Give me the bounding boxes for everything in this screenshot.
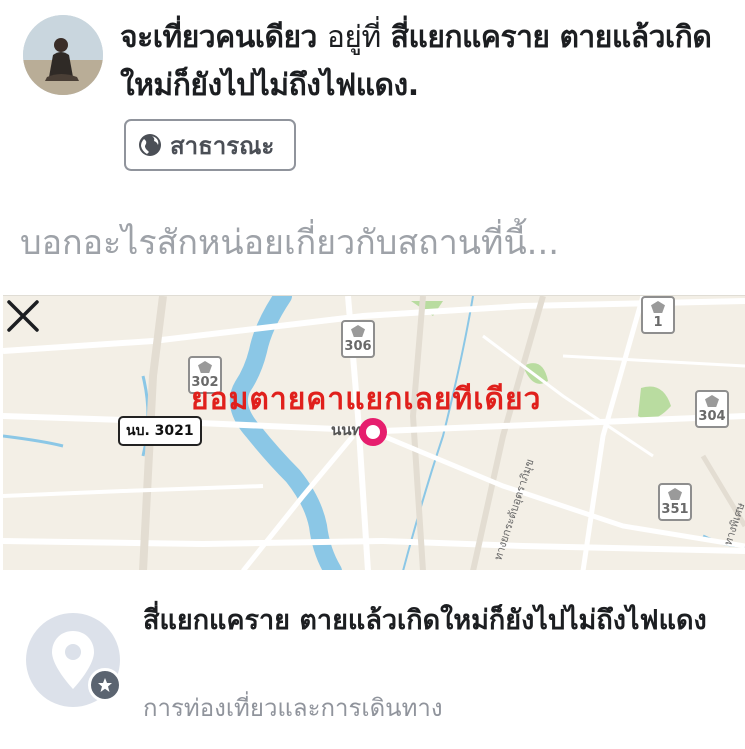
map-caption: ยอมตายคาแยกเลยทีเดียว — [191, 382, 542, 417]
close-icon[interactable] — [3, 296, 43, 336]
star-badge-icon — [88, 668, 122, 702]
place-comment-input[interactable]: บอกอะไรสักหน่อยเกี่ยวกับสถานที่นี้... — [20, 215, 730, 269]
place-category: การท่องเที่ยวและการเดินทาง — [143, 694, 443, 722]
audience-selector-button[interactable]: สาธารณะ — [124, 119, 296, 171]
globe-icon — [139, 134, 161, 156]
road-label: นบ. 3021 — [118, 416, 202, 446]
route-shield-1: 1 — [641, 296, 675, 334]
post-prefix: จะเที่ยวคนเดียว — [120, 20, 317, 55]
route-shield-351: 351 — [658, 483, 692, 521]
route-shield-304: 304 — [695, 390, 729, 428]
avatar[interactable] — [23, 15, 103, 95]
location-pin-marker — [359, 418, 387, 446]
post-connector: อยู่ที่ — [326, 20, 381, 55]
place-title[interactable]: สี่แยกแคราย ตายแล้วเกิดใหม่ก็ยังไปไม่ถึง… — [143, 598, 713, 643]
route-shield-306: 306 — [341, 320, 375, 358]
post-text: จะเที่ยวคนเดียว อยู่ที่ สี่แยกแคราย ตายแ… — [120, 14, 730, 110]
audience-label: สาธารณะ — [170, 131, 275, 160]
